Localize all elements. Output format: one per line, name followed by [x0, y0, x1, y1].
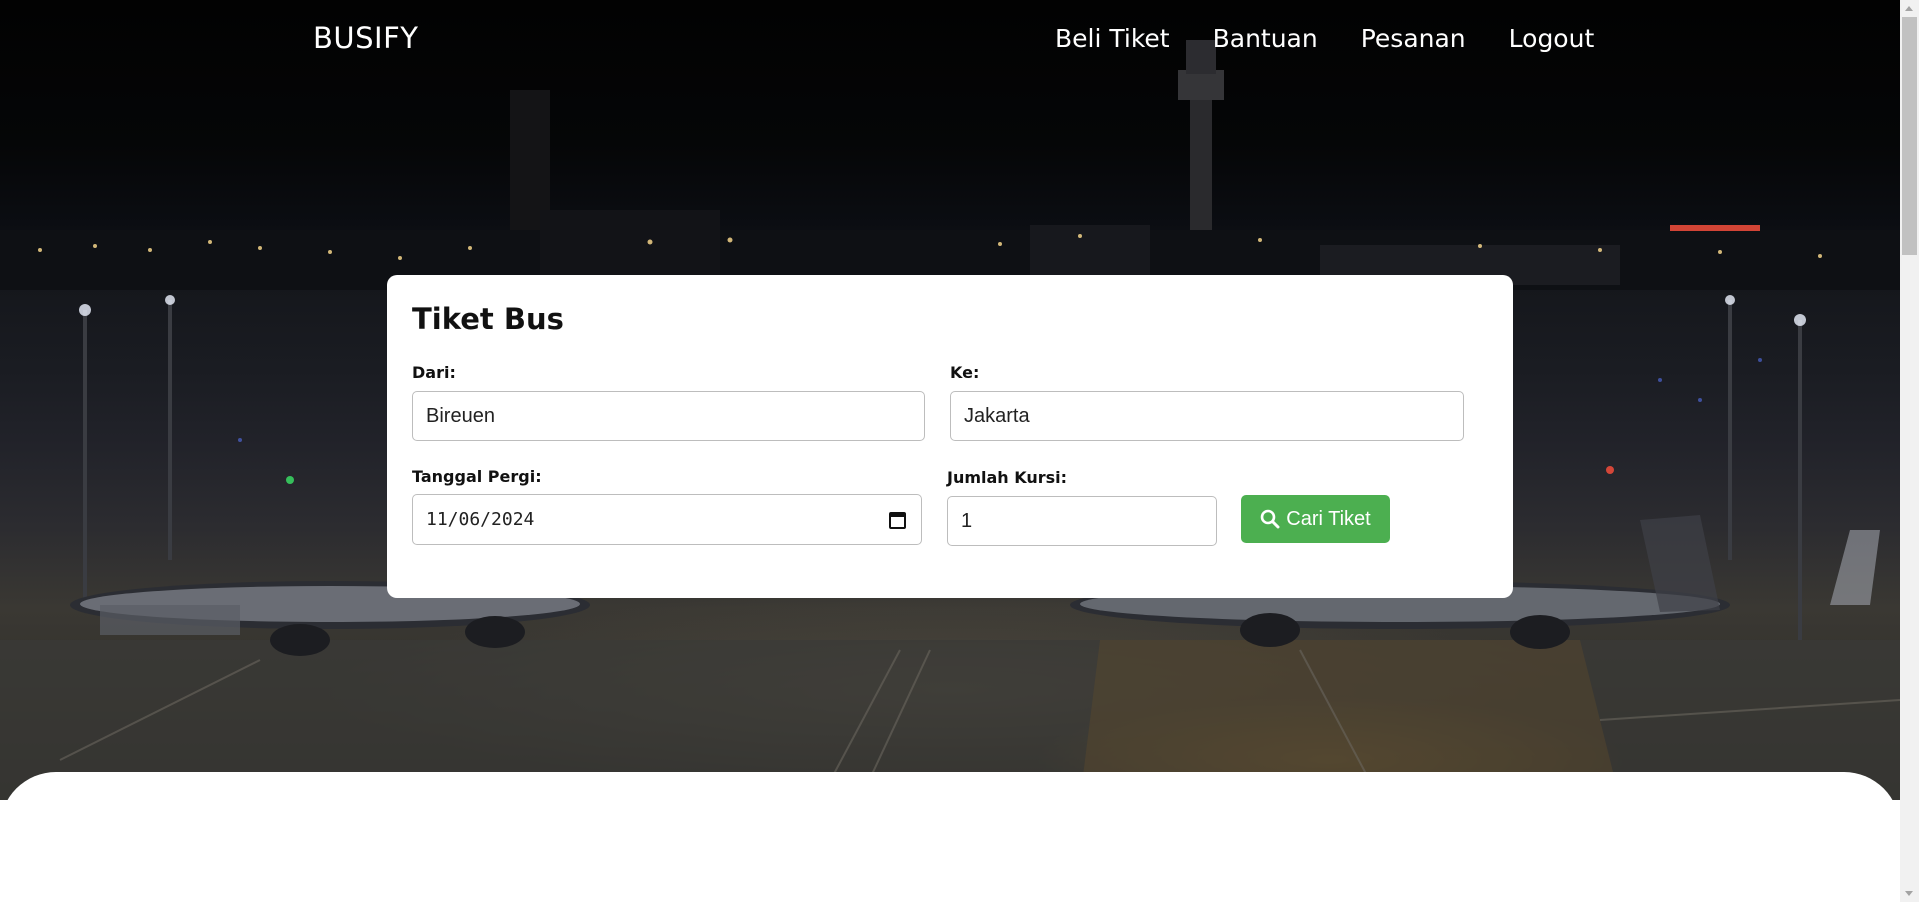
- brand-logo[interactable]: BUSIFY: [313, 21, 418, 55]
- nav-pesanan[interactable]: Pesanan: [1361, 24, 1466, 53]
- search-ticket-button[interactable]: Cari Tiket: [1241, 495, 1390, 543]
- ticket-search-card: Tiket Bus Dari: Bireuen Ke: Jakarta Tang…: [387, 275, 1513, 598]
- calendar-icon[interactable]: [889, 512, 906, 529]
- content-section: [0, 772, 1900, 902]
- nav-beli-tiket[interactable]: Beli Tiket: [1055, 24, 1170, 53]
- seats-input[interactable]: 1: [947, 496, 1217, 546]
- scroll-up-arrow-icon[interactable]: [1905, 6, 1913, 11]
- search-icon: [1260, 509, 1280, 529]
- date-input[interactable]: 11/06/2024: [412, 494, 922, 545]
- vertical-scrollbar[interactable]: [1900, 0, 1919, 902]
- scroll-down-arrow-icon[interactable]: [1905, 891, 1913, 896]
- card-title: Tiket Bus: [412, 302, 564, 336]
- from-label: Dari:: [412, 363, 456, 382]
- date-value: 11/06/2024: [426, 509, 535, 530]
- to-label: Ke:: [950, 363, 980, 382]
- scroll-thumb[interactable]: [1902, 17, 1917, 255]
- from-input[interactable]: Bireuen: [412, 391, 925, 441]
- nav-bantuan[interactable]: Bantuan: [1213, 24, 1318, 53]
- nav-links: Beli Tiket Bantuan Pesanan Logout: [1055, 24, 1594, 53]
- nav-logout[interactable]: Logout: [1509, 24, 1595, 53]
- to-input[interactable]: Jakarta: [950, 391, 1464, 441]
- seats-label: Jumlah Kursi:: [947, 468, 1068, 487]
- top-navbar: BUSIFY Beli Tiket Bantuan Pesanan Logout: [0, 0, 1900, 78]
- date-label: Tanggal Pergi:: [412, 467, 542, 486]
- search-ticket-label: Cari Tiket: [1286, 507, 1371, 530]
